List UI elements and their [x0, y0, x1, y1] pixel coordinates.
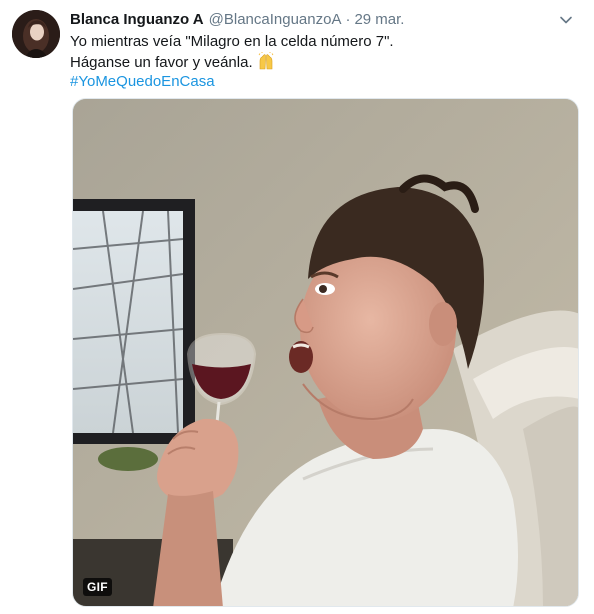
- avatar-image: [12, 10, 60, 58]
- avatar[interactable]: [12, 10, 60, 58]
- chevron-down-icon[interactable]: [556, 10, 576, 30]
- tweet-text-line-2-wrapper: Háganse un favor y veánla.: [70, 51, 580, 73]
- raising-hands-emoji-icon: [257, 51, 275, 70]
- tweet-header: Blanca Inguanzo A @BlancaInguanzoA · 29 …: [70, 10, 580, 30]
- tweet-text: Yo mientras veía "Milagro en la celda nú…: [70, 32, 580, 92]
- tweet[interactable]: Blanca Inguanzo A @BlancaInguanzoA · 29 …: [0, 0, 594, 614]
- gif-badge: GIF: [83, 578, 112, 596]
- tweet-content: Blanca Inguanzo A @BlancaInguanzoA · 29 …: [70, 10, 580, 92]
- separator-dot: ·: [345, 11, 351, 28]
- display-name[interactable]: Blanca Inguanzo A: [70, 10, 204, 30]
- tweet-date[interactable]: 29 mar.: [354, 10, 404, 30]
- tweet-text-line-1: Yo mientras veía "Milagro en la celda nú…: [70, 33, 394, 50]
- tweet-media-gif[interactable]: GIF: [72, 98, 579, 607]
- user-handle[interactable]: @BlancaInguanzoA: [209, 10, 342, 30]
- gif-frame-image: [73, 99, 578, 606]
- hashtag-link[interactable]: #YoMeQuedoEnCasa: [70, 72, 580, 92]
- tweet-text-line-2: Háganse un favor y veánla.: [70, 53, 253, 71]
